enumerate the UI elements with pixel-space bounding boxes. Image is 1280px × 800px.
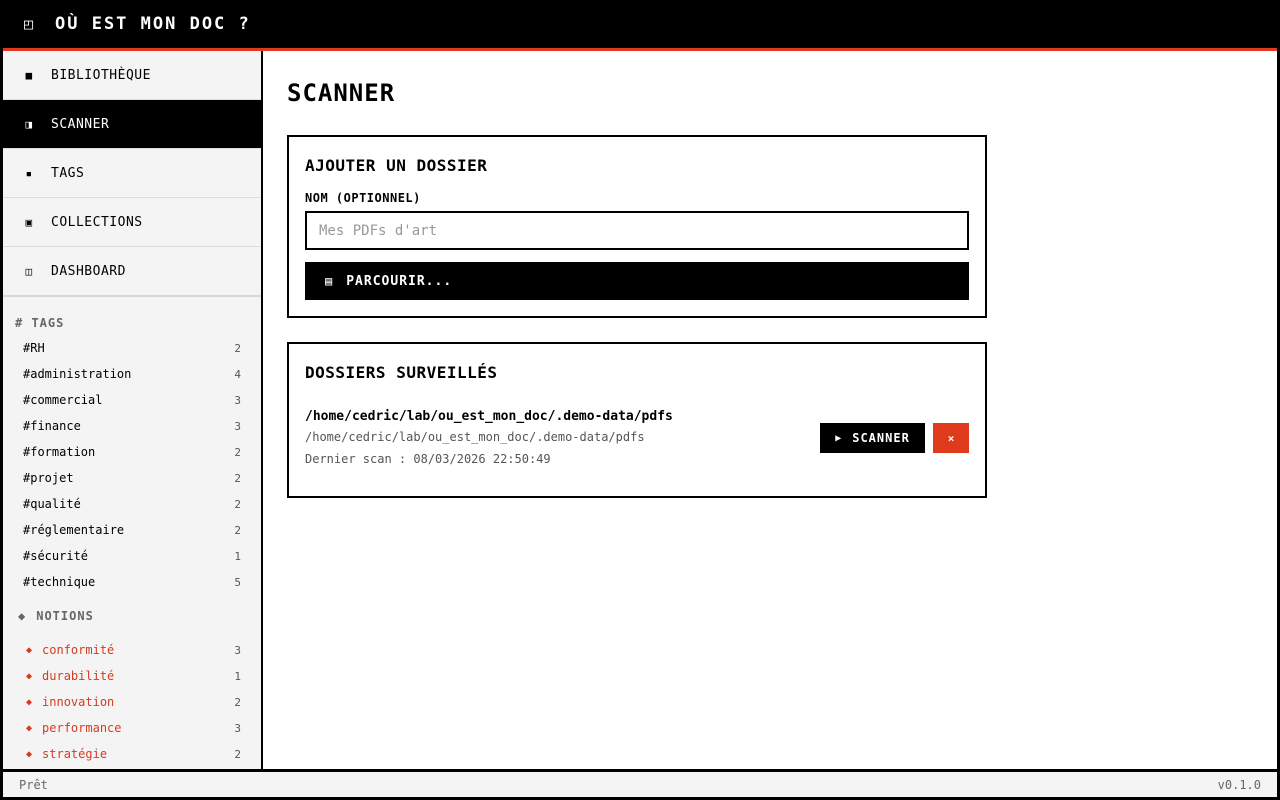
- nav-item-dashboard[interactable]: ◫ DASHBOARD: [3, 247, 261, 296]
- folder-name-input[interactable]: [305, 211, 969, 250]
- window-icon: ◰: [24, 15, 34, 33]
- add-folder-title: AJOUTER UN DOSSIER: [305, 156, 488, 175]
- nav-label: DASHBOARD: [51, 263, 126, 279]
- nav-item-bibliotheque[interactable]: ■ BIBLIOTHÈQUE: [3, 51, 261, 100]
- watched-folders-title: DOSSIERS SURVEILLÉS: [305, 363, 498, 382]
- scan-folder-button[interactable]: ▶ SCANNER: [820, 423, 925, 453]
- tag-item[interactable]: #formation 2: [3, 439, 261, 465]
- tag-count: 5: [234, 575, 241, 589]
- nav-label: TAGS: [51, 165, 85, 181]
- notion-count: 2: [234, 695, 241, 709]
- watched-folder-name: /home/cedric/lab/ou_est_mon_doc/.demo-da…: [305, 409, 673, 424]
- folder-icon: ▤: [325, 274, 334, 288]
- browse-button[interactable]: ▤ PARCOURIR...: [305, 262, 969, 300]
- nav-item-collections[interactable]: ▣ COLLECTIONS: [3, 198, 261, 247]
- tag-item[interactable]: #qualité 2: [3, 491, 261, 517]
- scan-label: SCANNER: [852, 431, 910, 445]
- nav-item-scanner[interactable]: ◨ SCANNER: [3, 100, 261, 149]
- nav-item-tags[interactable]: ▪ TAGS: [3, 149, 261, 198]
- watched-folder-path: /home/cedric/lab/ou_est_mon_doc/.demo-da…: [305, 430, 645, 444]
- last-scan-text: Dernier scan : 08/03/2026 22:50:49: [305, 452, 551, 466]
- tag-item[interactable]: #technique 5: [3, 569, 261, 595]
- tag-item[interactable]: #sécurité 1: [3, 543, 261, 569]
- notion-count: 2: [234, 747, 241, 761]
- tag-label: #RH: [23, 341, 45, 355]
- tag-count: 3: [234, 419, 241, 433]
- diamond-icon: ◆: [18, 609, 27, 623]
- diamond-icon: ◆: [26, 696, 33, 708]
- notion-label: stratégie: [42, 747, 108, 761]
- tag-item[interactable]: #réglementaire 2: [3, 517, 261, 543]
- nav-label: COLLECTIONS: [51, 214, 143, 230]
- notion-item[interactable]: ◆ innovation 2: [3, 689, 261, 715]
- tag-count: 2: [234, 471, 241, 485]
- tag-count: 2: [234, 445, 241, 459]
- status-text: Prêt: [19, 777, 48, 792]
- tag-count: 2: [234, 497, 241, 511]
- tag-item[interactable]: #finance 3: [3, 413, 261, 439]
- tag-icon: ▪: [25, 166, 33, 180]
- notions-list: ◆ conformité 3 ◆ durabilité 1 ◆ innovation 2 ◆…: [3, 637, 261, 767]
- tag-label: #technique: [23, 575, 96, 589]
- diamond-icon: ◆: [26, 644, 33, 656]
- notion-item[interactable]: ◆ conformité 3: [3, 637, 261, 663]
- notion-label: conformité: [42, 643, 115, 657]
- notion-item[interactable]: ◆ performance 3: [3, 715, 261, 741]
- name-field-label: NOM (OPTIONNEL): [305, 191, 421, 205]
- page-title: SCANNER: [287, 79, 396, 107]
- tag-item[interactable]: #projet 2: [3, 465, 261, 491]
- tag-item[interactable]: #commercial 3: [3, 387, 261, 413]
- tag-label: #sécurité: [23, 549, 89, 563]
- notion-label: innovation: [42, 695, 115, 709]
- tag-label: #formation: [23, 445, 96, 459]
- notion-label: durabilité: [42, 669, 115, 683]
- notion-count: 3: [234, 643, 241, 657]
- play-icon: ▶: [835, 432, 843, 444]
- browse-label: PARCOURIR...: [346, 273, 453, 289]
- tag-label: #administration: [23, 367, 132, 381]
- notion-count: 1: [234, 669, 241, 683]
- notion-item[interactable]: ◆ durabilité 1: [3, 663, 261, 689]
- tag-count: 4: [234, 367, 241, 381]
- close-icon: ×: [947, 431, 955, 445]
- notions-title-label: NOTIONS: [36, 609, 94, 623]
- tag-label: #qualité: [23, 497, 81, 511]
- sidebar-nav: ■ BIBLIOTHÈQUE ◨ SCANNER ▪ TAGS ▣ COLLEC…: [3, 51, 261, 297]
- tag-item[interactable]: #RH 2: [3, 335, 261, 361]
- dashboard-icon: ◫: [25, 264, 33, 278]
- nav-label: BIBLIOTHÈQUE: [51, 67, 151, 83]
- status-bar: Prêt v0.1.0: [3, 771, 1277, 797]
- tag-label: #commercial: [23, 393, 103, 407]
- notion-label: performance: [42, 721, 122, 735]
- tag-count: 3: [234, 393, 241, 407]
- app-title: OÙ EST MON DOC ?: [55, 14, 251, 34]
- library-icon: ■: [25, 68, 33, 82]
- notion-count: 3: [234, 721, 241, 735]
- tags-list: #RH 2 #administration 4 #commercial 3 #fina…: [3, 335, 261, 595]
- diamond-icon: ◆: [26, 722, 33, 734]
- scanner-icon: ◨: [25, 117, 33, 131]
- tag-count: 1: [234, 549, 241, 563]
- main-content: SCANNER AJOUTER UN DOSSIER NOM (OPTIONNE…: [263, 51, 1277, 769]
- tag-label: #réglementaire: [23, 523, 125, 537]
- notions-section-title: ◆ NOTIONS: [3, 595, 261, 637]
- tags-section-title: # TAGS: [15, 316, 65, 330]
- sidebar: ■ BIBLIOTHÈQUE ◨ SCANNER ▪ TAGS ▣ COLLEC…: [3, 51, 261, 769]
- notion-item[interactable]: ◆ stratégie 2: [3, 741, 261, 767]
- diamond-icon: ◆: [26, 670, 33, 682]
- nav-label: SCANNER: [51, 116, 110, 132]
- collection-icon: ▣: [25, 215, 33, 229]
- add-folder-card: AJOUTER UN DOSSIER NOM (OPTIONNEL) ▤ PAR…: [287, 135, 987, 318]
- tag-label: #finance: [23, 419, 81, 433]
- tag-count: 2: [234, 523, 241, 537]
- remove-folder-button[interactable]: ×: [933, 423, 969, 453]
- diamond-icon: ◆: [26, 748, 33, 760]
- watched-folders-card: DOSSIERS SURVEILLÉS /home/cedric/lab/ou_…: [287, 342, 987, 498]
- version-label: v0.1.0: [1217, 777, 1261, 792]
- title-bar: ◰ OÙ EST MON DOC ?: [0, 0, 1280, 48]
- tag-count: 2: [234, 341, 241, 355]
- tag-label: #projet: [23, 471, 74, 485]
- tag-item[interactable]: #administration 4: [3, 361, 261, 387]
